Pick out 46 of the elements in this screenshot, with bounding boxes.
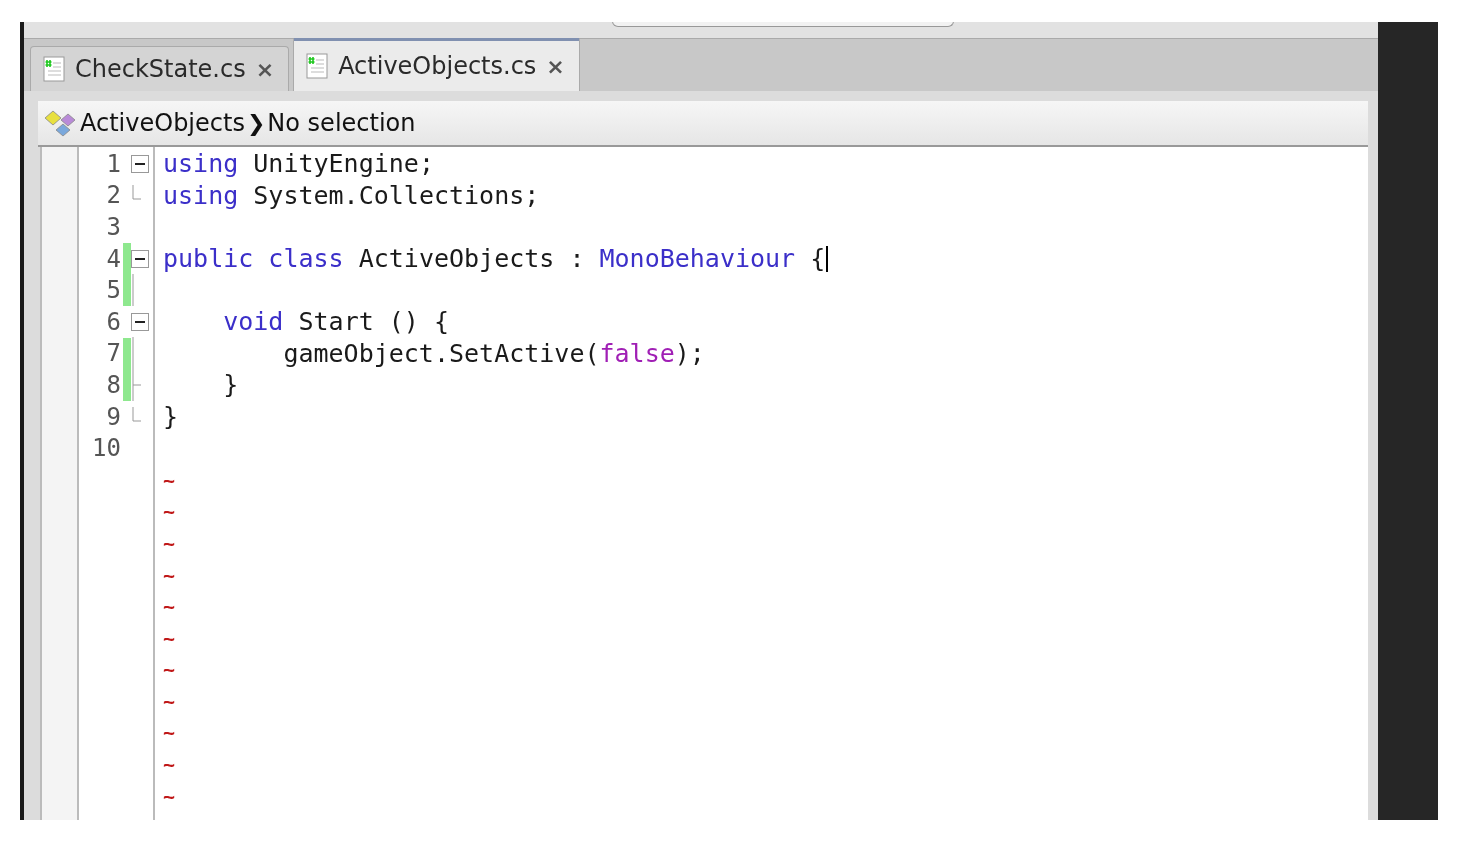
- line-number: 10: [91, 434, 121, 463]
- fold-branch-line: [131, 368, 141, 401]
- code-line: public class ActiveObjects : MonoBehaviour {: [163, 244, 826, 274]
- line-number: 1: [105, 149, 121, 178]
- class-icon: [44, 108, 78, 138]
- tab-label: CheckState.cs: [75, 55, 246, 83]
- line-number: 4: [105, 244, 121, 273]
- line-number: 2: [105, 181, 121, 210]
- document-icon: [43, 56, 65, 82]
- empty-line-marker: ~: [163, 752, 176, 777]
- empty-line-marker: ~: [163, 783, 176, 808]
- code-line: }: [163, 402, 179, 432]
- line-number: 3: [105, 213, 121, 241]
- line-number: 9: [105, 402, 121, 431]
- empty-line-marker: ~: [163, 688, 176, 713]
- breadcrumb-class[interactable]: ActiveObjects: [80, 109, 245, 137]
- empty-line-marker: ~: [163, 467, 176, 492]
- line-number: 7: [105, 339, 121, 368]
- code-line: gameObject.SetActive(false);: [282, 338, 705, 368]
- document-icon: [306, 53, 329, 79]
- empty-line-marker: ~: [163, 499, 176, 524]
- fold-line: [131, 337, 135, 370]
- code-line: using System.Collections;: [163, 180, 540, 210]
- empty-line-marker: ~: [163, 657, 176, 682]
- close-tab-button[interactable]: ×: [255, 56, 275, 82]
- empty-line-marker: ~: [163, 530, 176, 555]
- code-line: void Start () {: [222, 307, 449, 337]
- fold-minus-icon[interactable]: [131, 154, 149, 173]
- empty-line-marker: ~: [163, 625, 176, 650]
- line-number: 8: [105, 370, 121, 399]
- breadcrumb-member[interactable]: No selection: [267, 109, 416, 137]
- tab-label: ActiveObjects.cs: [338, 52, 537, 80]
- file-tab[interactable]: ActiveObjects.cs ×: [293, 37, 580, 91]
- fold-minus-icon[interactable]: [131, 312, 149, 331]
- line-number: 6: [105, 307, 121, 336]
- empty-line-marker: ~: [163, 720, 176, 745]
- empty-line-marker: ~: [163, 594, 176, 619]
- empty-line-marker: ~: [163, 562, 176, 587]
- fold-minus-icon[interactable]: [131, 249, 149, 268]
- line-number: 5: [105, 276, 121, 305]
- code-line: using UnityEngine;: [163, 149, 434, 179]
- code-line: }: [222, 370, 239, 400]
- close-tab-button[interactable]: ×: [546, 53, 565, 79]
- breadcrumb-separator: ❯: [246, 110, 266, 136]
- file-tab[interactable]: CheckState.cs ×: [30, 46, 290, 91]
- fold-line: [131, 274, 135, 307]
